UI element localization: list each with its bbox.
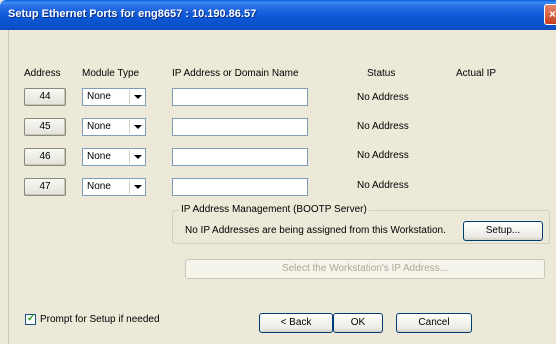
status-46: No Address [357,150,409,161]
module-type-select-47[interactable]: None [82,178,146,196]
ip-address-input-47[interactable] [172,178,308,196]
address-button-47[interactable]: 47 [24,178,66,196]
module-type-select-46[interactable]: None [82,148,146,166]
close-icon[interactable]: × [544,4,556,25]
header-ip-address: IP Address or Domain Name [172,68,299,79]
select-workstation-ip-button[interactable]: Select the Workstation's IP Address... [185,259,545,279]
setup-ethernet-ports-dialog: Setup Ethernet Ports for eng8657 : 10.19… [0,0,556,344]
status-45: No Address [357,121,409,132]
header-module-type: Module Type [82,68,140,79]
module-type-select-45[interactable]: None [82,118,146,136]
header-status: Status [367,68,396,79]
back-button[interactable]: < Back [259,313,333,333]
header-address: Address [24,68,61,79]
ip-address-input-45[interactable] [172,118,308,136]
setup-button[interactable]: Setup... [463,221,543,241]
prompt-for-setup-checkbox[interactable]: ✓ [25,313,36,325]
module-type-value: None [87,121,111,132]
module-type-select-44[interactable]: None [82,88,146,106]
chevron-down-icon[interactable] [129,120,144,134]
address-button-44[interactable]: 44 [24,88,66,106]
module-type-value: None [87,151,111,162]
prompt-for-setup-label: Prompt for Setup if needed [40,314,160,325]
checkmark-icon: ✓ [27,313,36,324]
title-bar[interactable]: Setup Ethernet Ports for eng8657 : 10.19… [0,0,556,30]
ok-button[interactable]: OK [333,313,383,333]
ip-management-message: No IP Addresses are being assigned from … [185,225,446,236]
module-type-value: None [87,181,111,192]
cancel-button[interactable]: Cancel [396,313,472,333]
status-47: No Address [357,180,409,191]
ip-address-input-44[interactable] [172,88,308,106]
chevron-down-icon[interactable] [129,150,144,164]
address-button-46[interactable]: 46 [24,148,66,166]
module-type-value: None [87,91,111,102]
header-actual-ip: Actual IP [456,68,497,79]
ip-address-input-46[interactable] [172,148,308,166]
chevron-down-icon[interactable] [129,180,144,194]
window-title: Setup Ethernet Ports for eng8657 : 10.19… [8,8,257,20]
chevron-down-icon[interactable] [129,90,144,104]
status-44: No Address [357,92,409,103]
ip-management-legend: IP Address Management (BOOTP Server) [179,204,369,215]
address-button-45[interactable]: 45 [24,118,66,136]
